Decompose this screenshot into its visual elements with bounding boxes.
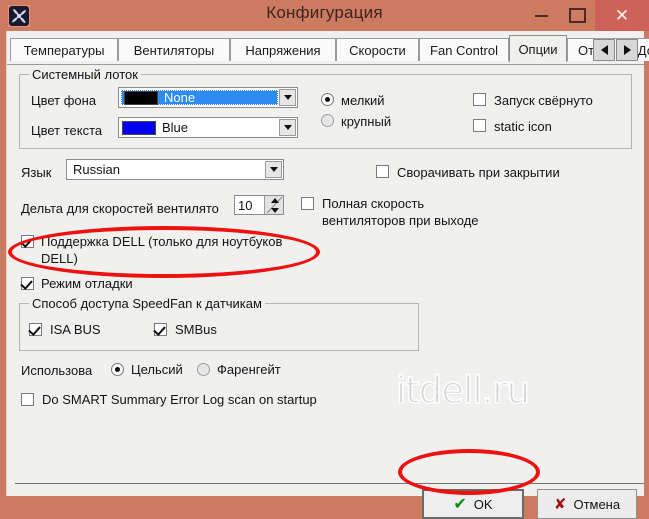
minimize-on-close-label: Сворачивать при закрытии	[397, 165, 560, 180]
icon-size-large-radio[interactable]	[321, 114, 334, 127]
text-color-combo[interactable]: Blue	[118, 117, 298, 138]
ok-button[interactable]: ✔ OK	[422, 489, 524, 519]
tab-temperatures[interactable]: Температуры	[10, 38, 118, 61]
tab-voltages[interactable]: Напряжения	[230, 38, 336, 61]
tab-speeds[interactable]: Скорости	[336, 38, 419, 61]
fahrenheit-radio[interactable]	[197, 363, 210, 376]
isa-bus-label: ISA BUS	[50, 322, 101, 337]
start-minimized-checkbox[interactable]	[473, 93, 486, 106]
minimize-icon	[534, 14, 548, 17]
maximize-button[interactable]	[559, 0, 595, 31]
temperature-units-label: Использова	[21, 363, 93, 378]
smbus-label: SMBus	[175, 322, 217, 337]
tab-scroll-left-button[interactable]	[593, 39, 615, 61]
smart-scan-checkbox[interactable]	[21, 393, 34, 406]
dell-support-label-line1: Поддержка DELL (только для ноутбуков	[41, 234, 283, 249]
celsius-radio[interactable]	[111, 363, 124, 376]
static-icon-label: static icon	[494, 119, 552, 134]
language-dropdown-button[interactable]	[265, 161, 282, 178]
icon-size-small-radio[interactable]	[321, 93, 334, 106]
client-area: Температуры Вентиляторы Напряжения Скоро…	[6, 31, 649, 519]
close-button[interactable]: ✕	[595, 0, 649, 31]
check-icon: ✔	[453, 496, 467, 513]
isa-bus-checkbox[interactable]	[29, 323, 42, 336]
bg-color-value: None	[164, 90, 196, 105]
system-tray-group-title: Системный лоток	[29, 67, 141, 82]
spinner-down-icon[interactable]	[271, 208, 279, 213]
bg-color-swatch	[124, 90, 158, 105]
fan-delta-spinner[interactable]: 10	[234, 195, 284, 215]
text-color-value: Blue	[162, 120, 189, 135]
minimize-on-close-checkbox[interactable]	[376, 165, 389, 178]
language-combo[interactable]: Russian	[66, 159, 284, 180]
fan-delta-label: Дельта для скоростей вентилято	[21, 201, 219, 216]
dell-support-label-line2: DELL)	[41, 251, 78, 266]
chevron-down-icon	[283, 95, 292, 100]
title-bar: Конфигурация ✕	[0, 0, 649, 31]
full-speed-on-exit-label-line2: вентиляторов при выходе	[322, 213, 479, 228]
full-speed-on-exit-label-line1: Полная скорость	[322, 196, 425, 211]
start-minimized-label: Запуск свёрнуто	[494, 93, 593, 108]
language-label: Язык	[21, 165, 52, 180]
tab-fans[interactable]: Вентиляторы	[118, 38, 230, 61]
chevron-left-icon	[600, 45, 608, 55]
text-color-swatch	[122, 120, 156, 135]
chevron-right-icon	[623, 45, 631, 55]
bg-color-dropdown-button[interactable]	[279, 89, 296, 106]
tab-strip: Температуры Вентиляторы Напряжения Скоро…	[7, 35, 649, 65]
system-tray-group	[19, 74, 632, 149]
sensor-access-group-title: Способ доступа SpeedFan к датчикам	[29, 296, 265, 311]
smart-scan-label: Do SMART Summary Error Log scan on start…	[42, 392, 317, 407]
smbus-checkbox[interactable]	[154, 323, 167, 336]
cancel-button[interactable]: ✘ Отмена	[537, 489, 637, 519]
button-bar-separator	[15, 483, 644, 484]
language-value: Russian	[73, 162, 120, 177]
dell-support-checkbox[interactable]	[21, 235, 34, 248]
fan-delta-spin-buttons[interactable]	[264, 196, 283, 214]
bg-color-label: Цвет фона	[31, 93, 97, 108]
spinner-up-icon[interactable]	[271, 198, 279, 203]
debug-mode-label: Режим отладки	[41, 276, 133, 291]
tab-scroll-right-button[interactable]	[616, 39, 638, 61]
celsius-label: Цельсий	[131, 362, 183, 377]
tab-underline	[7, 64, 644, 65]
full-speed-on-exit-checkbox[interactable]	[301, 197, 314, 210]
ok-button-label: OK	[473, 496, 493, 512]
tab-fan-control[interactable]: Fan Control	[419, 38, 509, 61]
chevron-down-icon	[269, 167, 278, 172]
debug-mode-checkbox[interactable]	[21, 277, 34, 290]
watermark-text: itdell.ru	[395, 368, 531, 413]
maximize-icon	[568, 8, 586, 23]
bg-color-combo[interactable]: None	[118, 87, 298, 108]
icon-size-large-label: крупный	[341, 114, 392, 129]
configuration-window: Конфигурация ✕ Температуры Вентиляторы Н…	[0, 0, 649, 519]
fan-delta-value: 10	[238, 198, 253, 213]
chevron-down-icon	[283, 125, 292, 130]
icon-size-small-label: мелкий	[341, 93, 385, 108]
text-color-label: Цвет текста	[31, 123, 103, 138]
tab-options[interactable]: Опции	[509, 35, 567, 62]
x-icon: ✘	[553, 496, 567, 513]
static-icon-checkbox[interactable]	[473, 119, 486, 132]
bg-color-selected-row: None	[121, 90, 278, 105]
text-color-dropdown-button[interactable]	[279, 119, 296, 136]
minimize-button[interactable]	[523, 0, 559, 31]
cancel-button-label: Отмена	[573, 496, 621, 512]
fahrenheit-label: Фаренгейт	[217, 362, 281, 377]
close-icon: ✕	[614, 6, 630, 25]
